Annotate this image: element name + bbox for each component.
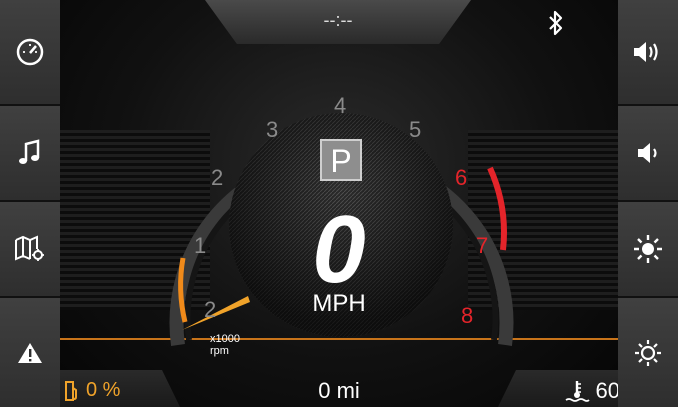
volume-down-button[interactable] (618, 106, 678, 202)
rpm-unit-label: x1000 rpm (210, 333, 240, 357)
left-sidebar (0, 0, 60, 407)
volume-down-icon (638, 143, 657, 163)
coolant-temp-readout: 60 (564, 378, 620, 404)
alerts-button[interactable] (0, 298, 60, 407)
gauge-icon (16, 38, 44, 66)
right-sidebar (618, 0, 678, 407)
music-icon (19, 139, 40, 164)
rpm-tick-6: 6 (455, 165, 468, 190)
speed-unit: MPH (312, 290, 366, 317)
rpm-tick-3: 3 (266, 117, 279, 142)
music-button[interactable] (0, 106, 60, 202)
rpm-tick-2: 2 (211, 165, 224, 190)
brightness-up-button[interactable] (618, 202, 678, 298)
gauge-button[interactable] (0, 0, 60, 106)
brightness-down-button[interactable] (618, 298, 678, 407)
rpm-unit: rpm (210, 345, 229, 357)
coolant-temp-value: 60 (595, 378, 620, 403)
rpm-tick-4: 4 (334, 93, 347, 118)
navigation-button[interactable] (0, 202, 60, 298)
gear-indicator: P (320, 139, 362, 181)
brightness-down-icon (635, 339, 661, 366)
coolant-temp-icon (565, 381, 590, 402)
rpm-multiplier: x1000 (210, 333, 240, 345)
speed-value: 0 (312, 196, 366, 303)
brightness-up-icon (634, 235, 662, 263)
rpm-tick-5: 5 (409, 117, 422, 142)
map-icon (15, 235, 44, 261)
volume-up-button[interactable] (618, 0, 678, 106)
warning-icon (18, 342, 42, 363)
dashboard-screen: --:-- 2 1 2 3 4 5 6 7 8 P 0 MPH x1000 rp… (0, 0, 678, 407)
volume-up-icon (634, 42, 658, 62)
